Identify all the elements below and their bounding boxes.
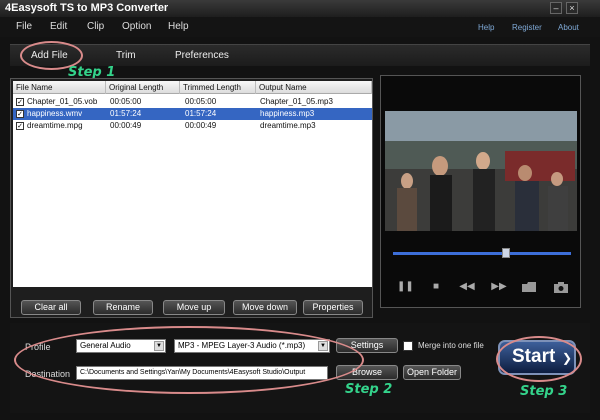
move-down-button[interactable]: Move down <box>233 300 297 315</box>
menu-file[interactable]: File <box>16 21 32 32</box>
help-link[interactable]: Help <box>478 23 494 32</box>
merge-label: Merge into one file <box>418 341 484 350</box>
row-file-name: happiness.wmv <box>27 109 83 118</box>
step2-highlight <box>14 326 364 394</box>
menu-edit[interactable]: Edit <box>50 21 67 32</box>
row-output-name: Chapter_01_05.mp3 <box>260 97 333 106</box>
folder-icon[interactable] <box>521 280 537 294</box>
seek-handle[interactable] <box>502 248 510 258</box>
clear-all-button[interactable]: Clear all <box>21 300 81 315</box>
video-preview <box>385 111 577 231</box>
minimize-button[interactable]: – <box>550 2 562 14</box>
rename-button[interactable]: Rename <box>93 300 153 315</box>
col-output-name[interactable]: Output Name <box>256 81 372 94</box>
file-list-header: File Name Original Length Trimmed Length… <box>13 81 372 94</box>
title-bar: 4Easysoft TS to MP3 Converter – × <box>0 0 600 17</box>
row-output-name: dreamtime.mp3 <box>260 121 316 130</box>
row-checkbox[interactable]: ✓ <box>16 110 24 118</box>
row-trimmed-length: 00:00:49 <box>185 121 217 130</box>
menu-clip[interactable]: Clip <box>87 21 104 32</box>
seek-bar[interactable] <box>393 252 571 255</box>
move-up-button[interactable]: Move up <box>163 300 225 315</box>
close-button[interactable]: × <box>566 2 578 14</box>
file-list-panel: File Name Original Length Trimmed Length… <box>10 78 373 318</box>
col-trimmed-length[interactable]: Trimmed Length <box>180 81 256 94</box>
about-link[interactable]: About <box>558 23 579 32</box>
col-original-length[interactable]: Original Length <box>106 81 180 94</box>
menu-help[interactable]: Help <box>168 21 189 32</box>
row-trimmed-length: 00:05:00 <box>185 97 217 106</box>
app-window: 4Easysoft TS to MP3 Converter – × File E… <box>0 0 600 420</box>
menu-option[interactable]: Option <box>122 21 151 32</box>
open-folder-button[interactable]: Open Folder <box>403 365 461 380</box>
properties-button[interactable]: Properties <box>303 300 363 315</box>
row-file-name: Chapter_01_05.vob <box>27 97 98 106</box>
stop-icon[interactable]: ■ <box>428 280 444 294</box>
row-checkbox[interactable]: ✓ <box>16 98 24 106</box>
register-link[interactable]: Register <box>512 23 542 32</box>
toolbar: Add File Trim Preferences <box>10 44 590 66</box>
trim-tab[interactable]: Trim <box>116 50 136 61</box>
row-output-name: happiness.mp3 <box>260 109 315 118</box>
step3-label: Step 3 <box>520 384 568 399</box>
row-file-name: dreamtime.mpg <box>27 121 83 130</box>
row-trimmed-length: 01:57:24 <box>185 109 217 118</box>
merge-checkbox[interactable] <box>403 341 413 351</box>
camera-icon[interactable] <box>553 280 569 294</box>
table-row[interactable]: ✓ dreamtime.mpg 00:00:49 00:00:49 dreamt… <box>13 120 372 132</box>
row-original-length: 00:05:00 <box>110 97 142 106</box>
fast-forward-icon[interactable]: ▶▶ <box>491 280 507 294</box>
step3-highlight <box>496 336 582 382</box>
row-checkbox[interactable]: ✓ <box>16 122 24 130</box>
pause-icon[interactable]: ❚❚ <box>397 280 414 294</box>
row-original-length: 00:00:49 <box>110 121 142 130</box>
col-file-name[interactable]: File Name <box>13 81 106 94</box>
table-row[interactable]: ✓ Chapter_01_05.vob 00:05:00 00:05:00 Ch… <box>13 96 372 108</box>
video-frame-image <box>385 111 577 231</box>
preview-panel: ❚❚ ■ ◀◀ ▶▶ <box>380 75 581 308</box>
rewind-icon[interactable]: ◀◀ <box>459 280 475 294</box>
table-row[interactable]: ✓ happiness.wmv 01:57:24 01:57:24 happin… <box>13 108 372 120</box>
menu-bar: File Edit Clip Option Help Help Register… <box>0 17 600 37</box>
step2-label: Step 2 <box>345 382 393 397</box>
row-original-length: 01:57:24 <box>110 109 142 118</box>
file-list: File Name Original Length Trimmed Length… <box>13 81 372 287</box>
window-title: 4Easysoft TS to MP3 Converter <box>5 2 169 14</box>
preferences-tab[interactable]: Preferences <box>175 50 229 61</box>
